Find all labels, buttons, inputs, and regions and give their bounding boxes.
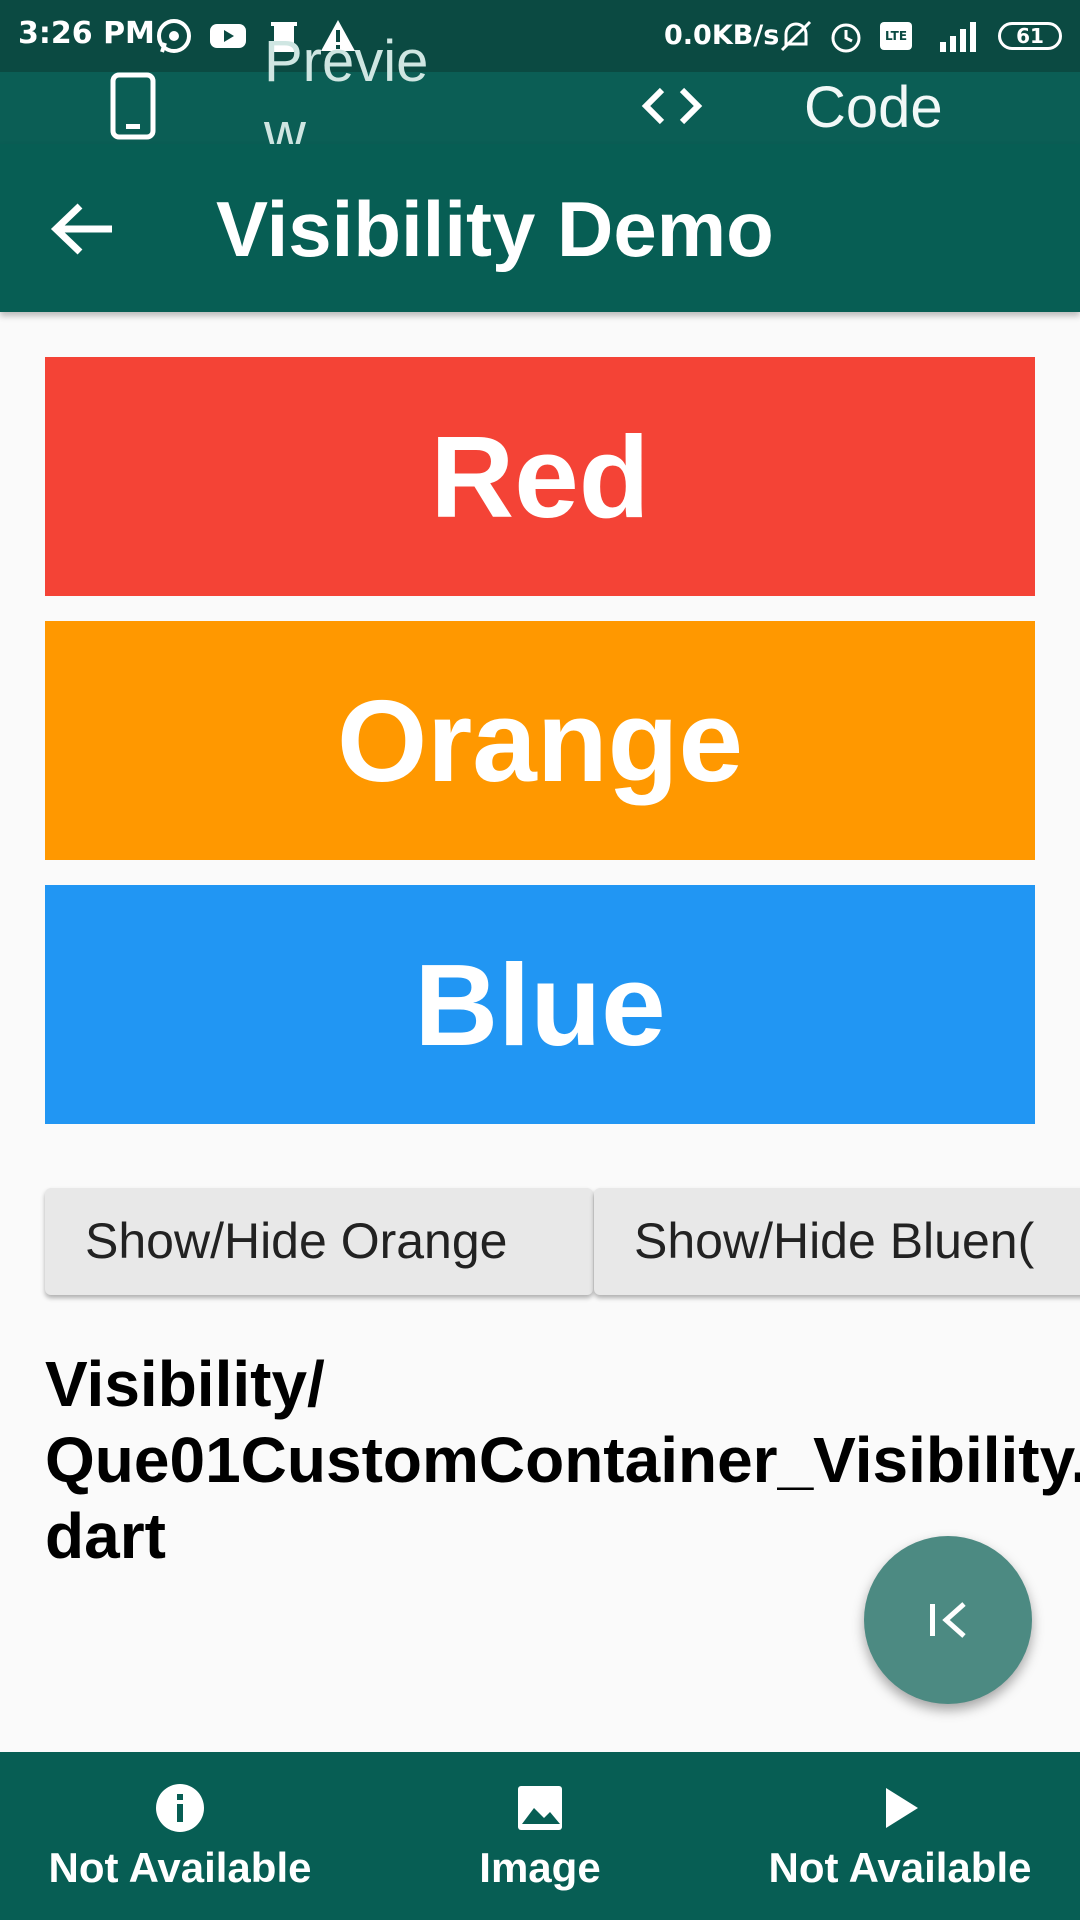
orange-container-label: Orange [336, 675, 744, 806]
file-path-text: Visibility/ Que01CustomContainer_Visibil… [45, 1348, 1080, 1572]
volte-icon: LTE [880, 22, 912, 50]
network-speed: 0.0KB/s [664, 20, 780, 51]
bottom-navigation: Not Available Image Not Available [0, 1752, 1080, 1920]
nav-item-info[interactable]: Not Available [0, 1752, 360, 1920]
whatsapp-icon [157, 19, 191, 53]
mute-icon [780, 20, 812, 52]
nav-item-label: Image [479, 1844, 601, 1891]
back-arrow-icon[interactable] [48, 198, 118, 260]
alarm-icon [831, 23, 861, 53]
youtube-icon [210, 24, 246, 48]
orange-container: Orange [45, 621, 1035, 860]
nav-item-label: Not Available [768, 1844, 1032, 1891]
preview-code-toggle-bar: Preview Code [0, 29, 1080, 166]
code-icon[interactable] [640, 84, 704, 128]
nav-item-play[interactable]: Not Available [720, 1752, 1080, 1920]
page-title: Visibility Demo [216, 185, 774, 273]
first-page-fab[interactable] [864, 1536, 1032, 1704]
show-hide-orange-button[interactable]: Show/Hide Orange [45, 1188, 593, 1295]
status-time: 3:26 PM [18, 16, 155, 51]
status-bar: 3:26 PM 0.0KB/s LTE 61 [0, 0, 1080, 72]
blue-container: Blue [45, 885, 1035, 1124]
blue-container-label: Blue [414, 939, 666, 1070]
signal-icon [940, 22, 976, 52]
app-bar: Visibility Demo [0, 144, 1080, 312]
first-page-icon [930, 1602, 966, 1638]
image-icon [518, 1786, 562, 1830]
code-tab[interactable]: Code [804, 72, 943, 144]
battery-icon: 61 [998, 22, 1062, 50]
nav-item-image[interactable]: Image [360, 1752, 720, 1920]
red-container: Red [45, 357, 1035, 596]
nav-item-label: Not Available [48, 1844, 312, 1891]
phone-icon[interactable] [110, 72, 156, 140]
show-hide-blue-button[interactable]: Show/Hide Bluen( [594, 1188, 1080, 1295]
svg-text:LTE: LTE [885, 29, 907, 43]
info-icon [156, 1784, 204, 1832]
play-icon [886, 1788, 918, 1828]
red-container-label: Red [430, 411, 650, 542]
